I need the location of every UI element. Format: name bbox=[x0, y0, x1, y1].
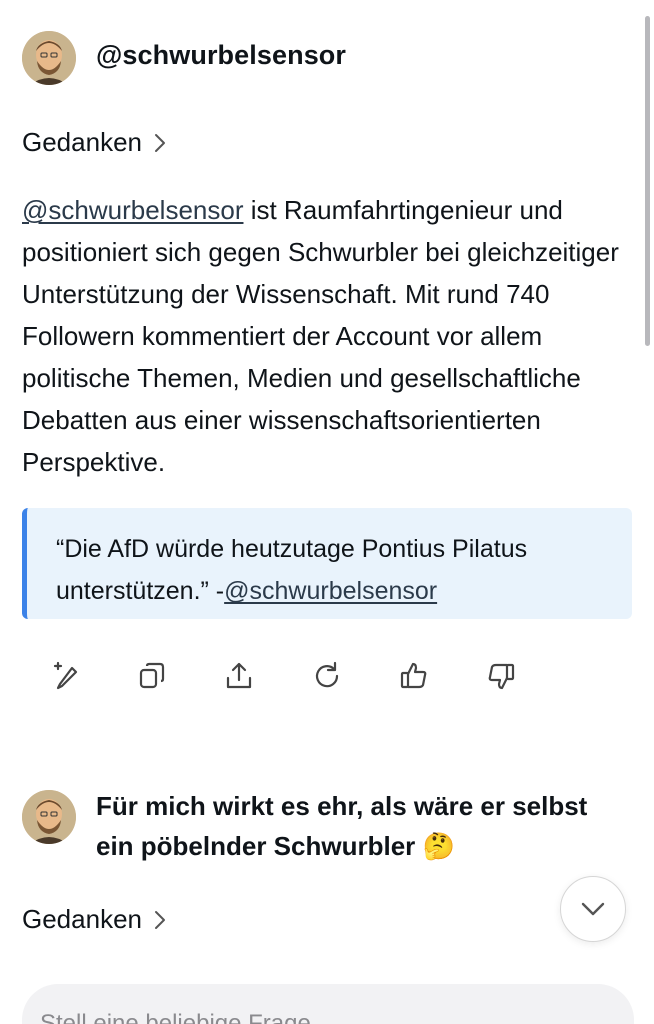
bio-paragraph: @schwurbelsensor ist Raumfahrtingenieur … bbox=[22, 189, 632, 483]
scrollbar[interactable] bbox=[645, 16, 650, 346]
bio-mention-link[interactable]: @schwurbelsensor bbox=[22, 195, 243, 225]
thumbs-up-icon bbox=[400, 662, 427, 689]
avatar-image bbox=[22, 31, 76, 85]
chevron-down-icon bbox=[581, 902, 605, 916]
chat-input[interactable] bbox=[40, 1010, 616, 1024]
copy-button[interactable] bbox=[134, 658, 170, 694]
share-icon bbox=[226, 662, 252, 689]
regenerate-icon bbox=[315, 661, 339, 688]
avatar-image bbox=[22, 790, 76, 844]
regenerate-button[interactable] bbox=[309, 658, 345, 694]
edit-button[interactable] bbox=[48, 658, 84, 694]
share-button[interactable] bbox=[221, 658, 257, 694]
thumbs-down-icon bbox=[488, 663, 515, 690]
reply-user-avatar[interactable] bbox=[22, 790, 76, 844]
thoughts-label: Gedanken bbox=[22, 127, 142, 157]
thoughts-toggle[interactable]: Gedanken bbox=[22, 904, 168, 935]
like-button[interactable] bbox=[396, 658, 432, 694]
scroll-down-button[interactable] bbox=[560, 876, 626, 942]
copy-icon bbox=[139, 662, 165, 689]
quote-mention-link[interactable]: @schwurbelsensor bbox=[224, 577, 437, 605]
chevron-right-icon bbox=[154, 910, 165, 929]
quote-box: “Die AfD würde heutzutage Pontius Pilatu… bbox=[22, 508, 632, 619]
thoughts-label: Gedanken bbox=[22, 904, 142, 934]
edit-icon bbox=[53, 661, 78, 690]
chevron-right-icon bbox=[154, 133, 165, 152]
username[interactable]: @schwurbelsensor bbox=[96, 40, 346, 71]
thoughts-toggle[interactable]: Gedanken bbox=[22, 127, 168, 158]
chat-input-bar[interactable] bbox=[22, 984, 634, 1024]
user-message: Für mich wirkt es ehr, als wäre er selbs… bbox=[96, 791, 588, 861]
bio-text: ist Raumfahrtingenieur und positioniert … bbox=[22, 195, 619, 477]
user-avatar[interactable] bbox=[22, 31, 76, 85]
dislike-button[interactable] bbox=[483, 658, 519, 694]
